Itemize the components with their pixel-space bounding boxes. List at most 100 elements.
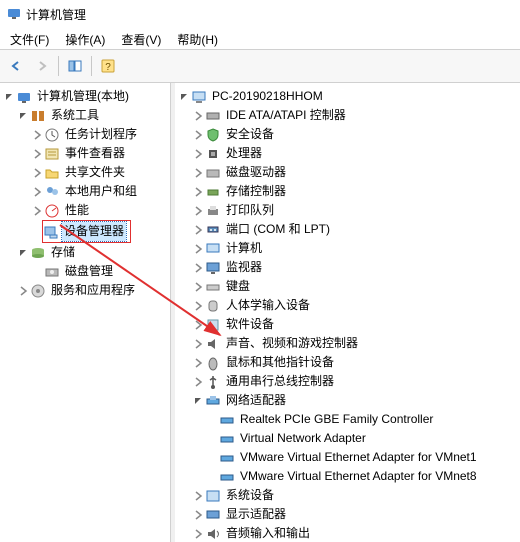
expand-icon[interactable] (191, 187, 205, 197)
computer-management-icon (16, 89, 32, 105)
node-system-devices[interactable]: 系统设备 (177, 486, 518, 505)
back-button[interactable] (4, 54, 28, 78)
help-button[interactable]: ? (96, 54, 120, 78)
expand-icon[interactable] (191, 225, 205, 235)
expand-icon[interactable] (191, 358, 205, 368)
expand-icon[interactable] (30, 149, 44, 159)
collapse-icon[interactable] (177, 92, 191, 102)
node-sound[interactable]: 声音、视频和游戏控制器 (177, 334, 518, 353)
node-root[interactable]: 计算机管理(本地) (2, 87, 168, 106)
node-label: 计算机管理(本地) (35, 87, 131, 106)
pc-icon (205, 241, 221, 257)
node-shared-folders[interactable]: 共享文件夹 (2, 163, 168, 182)
expand-icon[interactable] (191, 510, 205, 520)
controller-icon (205, 184, 221, 200)
shield-icon (205, 127, 221, 143)
speaker-icon (205, 336, 221, 352)
collapse-icon[interactable] (191, 396, 205, 406)
node-computer[interactable]: PC-20190218HHOM (177, 87, 518, 106)
node-storage[interactable]: 存储 (2, 243, 168, 262)
node-device-manager[interactable]: 设备管理器 (2, 220, 168, 243)
node-label: 软件设备 (224, 315, 276, 334)
services-icon (30, 283, 46, 299)
node-monitor[interactable]: 监视器 (177, 258, 518, 277)
node-disk-mgmt[interactable]: 磁盘管理 (2, 262, 168, 281)
node-label: 存储控制器 (224, 182, 288, 201)
nic-icon (219, 450, 235, 466)
node-mouse[interactable]: 鼠标和其他指针设备 (177, 353, 518, 372)
collapse-icon[interactable] (16, 111, 30, 121)
expand-icon[interactable] (30, 130, 44, 140)
event-icon (44, 146, 60, 162)
node-local-users[interactable]: 本地用户和组 (2, 182, 168, 201)
collapse-icon[interactable] (16, 248, 30, 258)
clock-icon (44, 127, 60, 143)
node-storagectl[interactable]: 存储控制器 (177, 182, 518, 201)
expand-icon[interactable] (191, 263, 205, 273)
performance-icon (44, 203, 60, 219)
device-tree[interactable]: PC-20190218HHOM IDE ATA/ATAPI 控制器 安全设备 处… (175, 83, 520, 542)
node-net-vmnet8[interactable]: VMware Virtual Ethernet Adapter for VMne… (177, 467, 518, 486)
menu-file[interactable]: 文件(F) (4, 30, 55, 49)
node-security[interactable]: 安全设备 (177, 125, 518, 144)
expand-icon[interactable] (30, 187, 44, 197)
shared-folder-icon (44, 165, 60, 181)
expand-icon[interactable] (191, 320, 205, 330)
forward-button[interactable] (30, 54, 54, 78)
node-performance[interactable]: 性能 (2, 201, 168, 220)
node-net-vmnet1[interactable]: VMware Virtual Ethernet Adapter for VMne… (177, 448, 518, 467)
menu-view[interactable]: 查看(V) (115, 30, 167, 49)
expand-icon[interactable] (191, 339, 205, 349)
expand-icon[interactable] (191, 168, 205, 178)
node-task-scheduler[interactable]: 任务计划程序 (2, 125, 168, 144)
window: 计算机管理 文件(F) 操作(A) 查看(V) 帮助(H) ? (0, 0, 520, 542)
window-title: 计算机管理 (26, 6, 86, 23)
menubar: 文件(F) 操作(A) 查看(V) 帮助(H) (0, 30, 520, 50)
expand-icon[interactable] (191, 301, 205, 311)
node-net-realtek[interactable]: Realtek PCIe GBE Family Controller (177, 410, 518, 429)
node-computers[interactable]: 计算机 (177, 239, 518, 258)
expand-icon[interactable] (30, 206, 44, 216)
expand-icon[interactable] (191, 130, 205, 140)
node-network-adapters[interactable]: 网络适配器 (177, 391, 518, 410)
node-display-adapters[interactable]: 显示适配器 (177, 505, 518, 524)
expand-icon[interactable] (191, 206, 205, 216)
node-event-viewer[interactable]: 事件查看器 (2, 144, 168, 163)
expand-icon[interactable] (191, 111, 205, 121)
expand-icon[interactable] (30, 168, 44, 178)
expand-icon[interactable] (191, 282, 205, 292)
expand-icon[interactable] (191, 149, 205, 159)
node-system-tools[interactable]: 系统工具 (2, 106, 168, 125)
node-services-apps[interactable]: 服务和应用程序 (2, 281, 168, 300)
node-printqueue[interactable]: 打印队列 (177, 201, 518, 220)
nic-icon (219, 469, 235, 485)
node-hid[interactable]: 人体学输入设备 (177, 296, 518, 315)
node-diskdrive[interactable]: 磁盘驱动器 (177, 163, 518, 182)
expand-icon[interactable] (191, 529, 205, 539)
node-ide[interactable]: IDE ATA/ATAPI 控制器 (177, 106, 518, 125)
node-net-virtual[interactable]: Virtual Network Adapter (177, 429, 518, 448)
node-software[interactable]: 软件设备 (177, 315, 518, 334)
show-hide-tree-button[interactable] (63, 54, 87, 78)
node-label: 系统设备 (224, 486, 276, 505)
node-cpu[interactable]: 处理器 (177, 144, 518, 163)
expand-icon[interactable] (191, 244, 205, 254)
node-audio-io[interactable]: 音频输入和输出 (177, 524, 518, 542)
users-icon (44, 184, 60, 200)
computer-icon (191, 89, 207, 105)
menu-help[interactable]: 帮助(H) (171, 30, 224, 49)
node-ports[interactable]: 端口 (COM 和 LPT) (177, 220, 518, 239)
menu-action[interactable]: 操作(A) (59, 30, 111, 49)
node-keyboard[interactable]: 键盘 (177, 277, 518, 296)
expand-icon[interactable] (191, 377, 205, 387)
network-icon (205, 393, 221, 409)
expand-icon[interactable] (191, 491, 205, 501)
collapse-icon[interactable] (2, 92, 16, 102)
node-label: 人体学输入设备 (224, 296, 312, 315)
node-label: 鼠标和其他指针设备 (224, 353, 336, 372)
main-content: 计算机管理(本地) 系统工具 (0, 83, 520, 542)
expand-icon[interactable] (16, 286, 30, 296)
console-tree[interactable]: 计算机管理(本地) 系统工具 (0, 83, 170, 304)
node-label: 性能 (63, 201, 91, 220)
node-usb[interactable]: 通用串行总线控制器 (177, 372, 518, 391)
